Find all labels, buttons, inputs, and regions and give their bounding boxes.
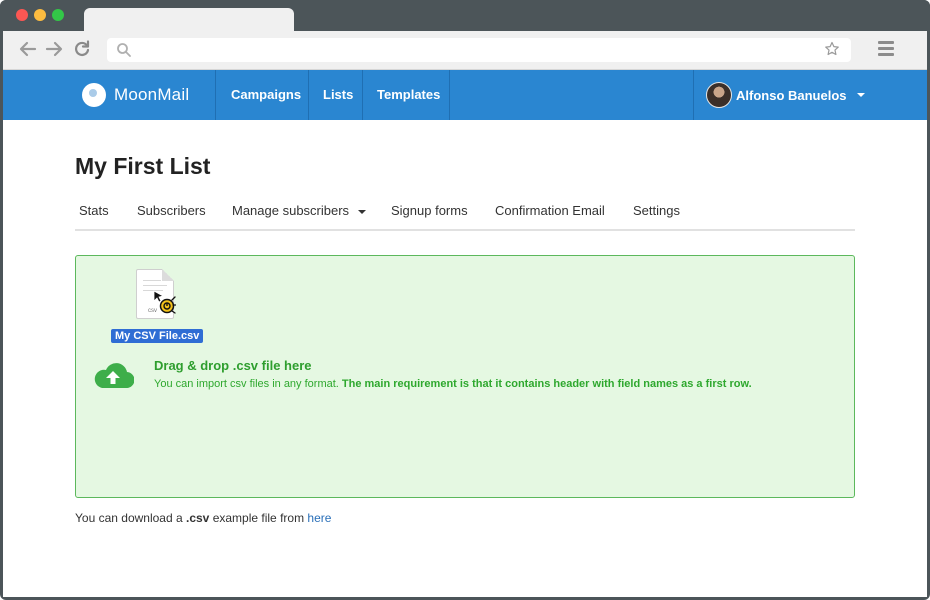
page-viewport: MoonMail Campaigns Lists Templates Alfon… — [3, 70, 927, 597]
app-navbar: MoonMail Campaigns Lists Templates Alfon… — [3, 70, 927, 120]
drag-cursor-icon — [153, 290, 176, 314]
dropzone-description: You can import csv files in any format. … — [154, 378, 752, 390]
tab-settings[interactable]: Settings — [633, 203, 680, 218]
list-tabs: Stats Subscribers Manage subscribers Sig… — [75, 203, 855, 231]
brand-link[interactable]: MoonMail — [82, 82, 189, 108]
dragged-file-name: My CSV File.csv — [111, 329, 204, 343]
tab-subscribers[interactable]: Subscribers — [137, 203, 206, 218]
note-prefix: You can download a — [75, 511, 183, 525]
hamburger-menu-icon[interactable] — [878, 41, 894, 59]
cloud-upload-icon — [94, 363, 134, 389]
browser-window: MoonMail Campaigns Lists Templates Alfon… — [0, 0, 930, 600]
browser-titlebar — [0, 0, 930, 32]
moonmail-logo-icon — [82, 83, 106, 107]
example-file-link[interactable]: here — [307, 511, 331, 525]
browser-tab[interactable] — [84, 8, 294, 32]
address-bar[interactable] — [107, 38, 851, 62]
tab-signup-forms[interactable]: Signup forms — [391, 203, 468, 218]
caret-down-icon — [358, 209, 367, 214]
tab-manage-subscribers[interactable]: Manage subscribers — [232, 203, 367, 218]
tab-manage-subscribers-label: Manage subscribers — [232, 203, 350, 218]
caret-down-icon — [856, 93, 865, 97]
dropzone-desc-bold: The main requirement is that it contains… — [341, 378, 752, 390]
tab-confirmation-email[interactable]: Confirmation Email — [495, 203, 605, 218]
forward-arrow-icon[interactable] — [43, 39, 65, 61]
close-window-button[interactable] — [16, 9, 28, 21]
brand-name: MoonMail — [114, 85, 190, 104]
search-icon — [117, 43, 131, 57]
back-arrow-icon[interactable] — [17, 39, 39, 61]
user-name: Alfonso Banuelos — [736, 87, 847, 103]
csv-dropzone[interactable]: csv My CSV File.csv Drag & drop .csv fil… — [75, 255, 855, 498]
note-middle: example file from — [212, 511, 305, 525]
page-title: My First List — [75, 153, 211, 179]
minimize-window-button[interactable] — [34, 9, 46, 21]
nav-lists[interactable]: Lists — [323, 70, 353, 120]
maximize-window-button[interactable] — [52, 9, 64, 21]
example-download-note: You can download a .csv example file fro… — [75, 511, 331, 525]
tab-stats[interactable]: Stats — [79, 203, 109, 218]
note-ext: .csv — [186, 511, 210, 525]
avatar — [706, 82, 732, 108]
nav-templates[interactable]: Templates — [377, 70, 440, 120]
dropzone-title: Drag & drop .csv file here — [154, 358, 312, 373]
nav-campaigns[interactable]: Campaigns — [231, 70, 301, 120]
user-menu[interactable]: Alfonso Banuelos — [706, 81, 865, 109]
star-icon[interactable] — [824, 41, 840, 57]
reload-icon[interactable] — [71, 39, 93, 61]
dropzone-desc-plain: You can import csv files in any format. — [154, 378, 339, 390]
browser-toolbar — [3, 31, 927, 70]
